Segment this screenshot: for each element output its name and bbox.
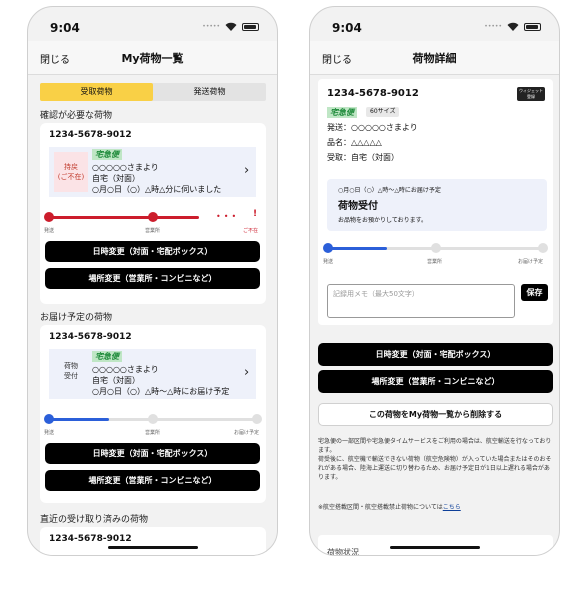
section-title-confirm: 確認が必要な荷物	[40, 111, 113, 121]
wifi-icon	[225, 22, 237, 31]
package-detail-card: 1234-5678-9012 ウィジェット 登録 宅急便 60サイズ 発送：○○…	[318, 79, 553, 325]
navbar: 閉じる 荷物詳細	[310, 41, 559, 75]
progress-label-office: 営業所	[145, 228, 161, 234]
change-location-button[interactable]: 場所変更（営業所・コンビニなど）	[318, 370, 553, 393]
wifi-icon	[507, 22, 519, 31]
service-logo: 宅急便	[92, 149, 122, 160]
tracking-number: 1234-5678-9012	[49, 332, 132, 342]
sender-line: 発送：○○○○○さまより	[327, 123, 418, 132]
destination: 自宅（対面）	[92, 174, 140, 183]
section-title-scheduled: お届け予定の荷物	[40, 313, 113, 323]
change-location-button[interactable]: 場所変更（営業所・コンビニなど）	[45, 268, 260, 289]
tracking-number: 1234-5678-9012	[49, 534, 132, 544]
segmented-control: 受取荷物 発送荷物	[40, 83, 266, 101]
destination: 自宅（対面）	[92, 376, 140, 385]
signal-icon: •••••	[484, 23, 502, 30]
package-summary: 荷物 受付 宅急便 ○○○○○さまより 自宅（対面） ○月○日（○）△時〜△時に…	[49, 349, 256, 399]
save-button[interactable]: 保存	[521, 284, 548, 301]
progress-label-scheduled: お届け予定	[234, 430, 260, 436]
delivery-time: ○月○日（○）△時〜△時にお届け予定	[92, 387, 230, 396]
navbar: 閉じる My荷物一覧	[28, 41, 277, 75]
status-box: ○月○日（○）△時〜△時にお届け予定 荷物受付 お品物をお預かりしております。	[327, 179, 547, 231]
battery-icon	[524, 22, 541, 31]
progress-mid-dot	[431, 243, 441, 253]
progress-label-shipped: 発送	[323, 259, 334, 265]
delete-from-list-button[interactable]: この荷物をMy荷物一覧から削除する	[318, 403, 553, 426]
progress-bar	[49, 216, 199, 219]
alert-icon: !	[253, 209, 258, 219]
battery-icon	[242, 22, 259, 31]
progress-label-scheduled: お届け予定	[518, 259, 544, 265]
progress-mid-dot	[148, 212, 158, 222]
tracking-number: 1234-5678-9012	[327, 88, 419, 99]
page-title: My荷物一覧	[121, 52, 184, 65]
home-indicator	[390, 546, 480, 549]
signal-icon: •••••	[202, 23, 220, 30]
home-indicator	[108, 546, 198, 549]
page-title: 荷物詳細	[412, 52, 457, 65]
delivery-time: ○月○日（○）△時△分に伺いました	[92, 185, 222, 194]
change-date-button[interactable]: 日時変更（対面・宅配ボックス）	[45, 443, 260, 464]
progress-label-shipped: 発送	[44, 228, 55, 234]
progress-mid-dot	[148, 414, 158, 424]
progress-start-dot	[44, 414, 54, 424]
chevron-right-icon[interactable]: ›	[244, 163, 249, 178]
section-heading: 荷物状況	[327, 548, 359, 556]
progress-bar	[49, 418, 109, 421]
progress-label-office: 営業所	[145, 430, 161, 436]
phone-my-packages-list: 9:04 ••••• 閉じる My荷物一覧 受取荷物 発送荷物 確認が必要な荷物…	[27, 6, 278, 556]
package-card-received[interactable]: 1234-5678-9012	[40, 527, 266, 555]
sender: ○○○○○さまより	[92, 163, 159, 172]
progress-start-dot	[323, 243, 333, 253]
schedule-text: ○月○日（○）△時〜△時にお届け予定	[338, 187, 441, 194]
status-message: お品物をお預かりしております。	[338, 217, 428, 224]
tab-sent[interactable]: 発送荷物	[153, 83, 266, 101]
size-badge: 60サイズ	[366, 107, 400, 117]
chevron-right-icon[interactable]: ›	[244, 365, 249, 380]
here-link[interactable]: こちら	[443, 504, 461, 511]
progress-dots: •••	[216, 212, 240, 221]
package-card-scheduled[interactable]: 1234-5678-9012 荷物 受付 宅急便 ○○○○○さまより 自宅（対面…	[40, 325, 266, 503]
sender: ○○○○○さまより	[92, 365, 159, 374]
package-summary: 持戻 (ご不在) 宅急便 ○○○○○さまより 自宅（対面） ○月○日（○）△時△…	[49, 147, 256, 197]
tab-received[interactable]: 受取荷物	[40, 83, 153, 101]
phone-package-detail: 9:04 ••••• 閉じる 荷物詳細 1234-5678-9012 ウィジェッ…	[309, 6, 560, 556]
progress-label-shipped: 発送	[44, 430, 55, 436]
service-logo: 宅急便	[327, 107, 357, 118]
change-location-button[interactable]: 場所変更（営業所・コンビニなど）	[45, 470, 260, 491]
status-time: 9:04	[50, 21, 80, 35]
progress-label-office: 営業所	[427, 259, 443, 265]
memo-input[interactable]: 記録用メモ（最大50文字）	[327, 284, 515, 318]
status-bar: 9:04 •••••	[28, 7, 277, 41]
package-card-absent[interactable]: 1234-5678-9012 持戻 (ご不在) 宅急便 ○○○○○さまより 自宅…	[40, 123, 266, 304]
status-bar: 9:04 •••••	[310, 7, 559, 41]
air-transport-footnote: ※航空搭載区間・航空搭載禁止荷物についてはこちら	[318, 504, 461, 511]
tracking-number: 1234-5678-9012	[49, 130, 132, 140]
status-text: 荷物受付	[338, 201, 378, 212]
status-time: 9:04	[332, 21, 362, 35]
progress-bar	[329, 247, 387, 250]
change-date-button[interactable]: 日時変更（対面・宅配ボックス）	[318, 343, 553, 366]
progress-label-absent: ご不在	[243, 228, 259, 234]
item-name-line: 品名：△△△△△	[327, 138, 382, 147]
service-logo: 宅急便	[92, 351, 122, 362]
status-badge: 荷物 受付	[64, 362, 78, 380]
progress-end-dot	[252, 414, 262, 424]
receive-line: 受取：自宅（対面）	[327, 153, 399, 162]
section-title-recent: 直近の受け取り済みの荷物	[40, 515, 149, 525]
air-transport-notice: 宅急便の一部区間や宅急便タイムサービスをご利用の場合は、航空輸送を行なっておりま…	[318, 438, 552, 481]
status-badge: 持戻 (ご不在)	[54, 152, 88, 192]
progress-start-dot	[44, 212, 54, 222]
widget-register-button[interactable]: ウィジェット 登録	[517, 87, 545, 101]
progress-end-dot	[538, 243, 548, 253]
change-date-button[interactable]: 日時変更（対面・宅配ボックス）	[45, 241, 260, 262]
